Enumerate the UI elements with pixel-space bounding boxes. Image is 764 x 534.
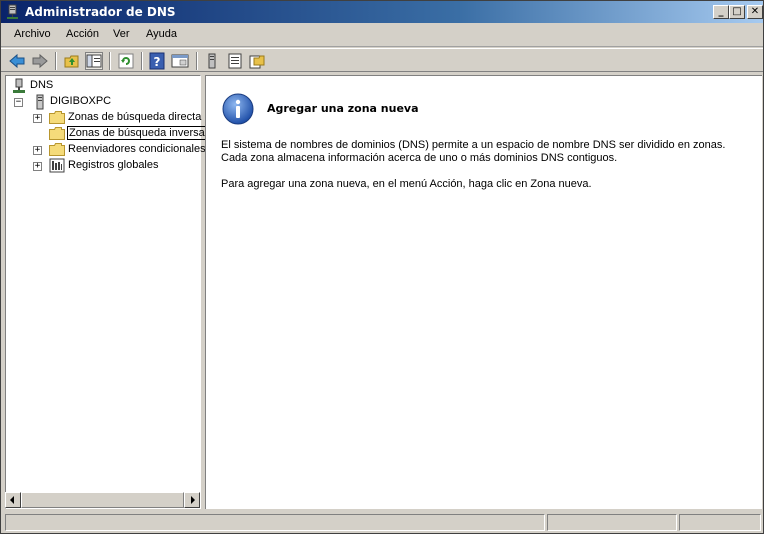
up-folder-icon[interactable]: [63, 52, 81, 70]
tree-horizontal-scrollbar[interactable]: [5, 492, 200, 508]
dns-root-icon: [13, 78, 25, 93]
help-icon[interactable]: ?: [148, 52, 166, 70]
tree-label-global-logs: Registros globales: [68, 159, 159, 171]
tree-node-server[interactable]: − DIGIBOXPC: [10, 94, 190, 110]
arrow-left-icon: [10, 496, 14, 504]
description-line-2: Cada zona almacena información acerca de…: [221, 152, 618, 164]
expand-toggle[interactable]: +: [33, 114, 42, 123]
tree-label-conditional-forwarders: Reenviadores condicionales: [68, 143, 206, 155]
menu-accion[interactable]: Acción: [66, 28, 99, 40]
tree-label-reverse-zones: Zonas de búsqueda inversa: [67, 126, 207, 140]
info-icon: [222, 93, 254, 125]
collapse-toggle[interactable]: −: [14, 98, 23, 107]
status-panel-2: [547, 514, 677, 531]
refresh-icon[interactable]: [117, 52, 135, 70]
toolbar-separator: [141, 52, 143, 70]
status-panel-main: [5, 514, 545, 531]
toolbar-separator: [109, 52, 111, 70]
folder-icon: [49, 127, 65, 140]
folder-icon: [49, 143, 65, 156]
maximize-button[interactable]: □: [729, 5, 745, 19]
server-node-icon: [36, 94, 44, 110]
server-icon[interactable]: [203, 52, 221, 70]
status-panel-3: [679, 514, 761, 531]
event-log-icon: [49, 158, 65, 173]
expand-toggle[interactable]: +: [33, 162, 42, 171]
menu-ver[interactable]: Ver: [113, 28, 130, 40]
content-heading: Agregar una zona nueva: [267, 102, 419, 115]
close-button[interactable]: ✕: [747, 5, 763, 19]
show-hide-tree-button[interactable]: [85, 52, 103, 70]
minimize-button[interactable]: _: [713, 5, 729, 19]
new-zone-icon[interactable]: [248, 52, 266, 70]
tree-node-global-logs[interactable]: + Registros globales: [10, 158, 200, 174]
properties-icon[interactable]: [171, 52, 189, 70]
tree-node-conditional-forwarders[interactable]: + Reenviadores condicionales: [10, 142, 206, 158]
back-arrow-icon[interactable]: [8, 52, 26, 70]
menu-ayuda[interactable]: Ayuda: [146, 28, 177, 40]
tree-label-dns: DNS: [30, 79, 54, 91]
content-pane: Agregar una zona nueva El sistema de nom…: [205, 75, 762, 509]
forward-arrow-icon[interactable]: [31, 52, 49, 70]
scroll-thumb[interactable]: [21, 492, 184, 508]
dns-app-icon: [7, 4, 18, 19]
instruction-text: Para agregar una zona nueva, en el menú …: [221, 178, 592, 190]
dns-manager-window: Administrador de DNS _ □ ✕ Archivo Acció…: [0, 0, 764, 534]
show-hide-tree-icon: [86, 54, 102, 68]
svg-text:?: ?: [154, 55, 161, 69]
tree-pane[interactable]: DNS − DIGIBOXPC + Zonas de búsqueda dire…: [5, 75, 207, 509]
scroll-right-button[interactable]: [184, 492, 200, 508]
expand-toggle[interactable]: +: [33, 146, 42, 155]
tree-node-reverse-zones[interactable]: Zonas de búsqueda inversa: [10, 126, 207, 142]
tree-node-forward-zones[interactable]: + Zonas de búsqueda directa: [10, 110, 202, 126]
toolbar-separator: [55, 52, 57, 70]
menu-bar: Archivo Acción Ver Ayuda: [1, 23, 763, 47]
scroll-left-button[interactable]: [5, 492, 21, 508]
arrow-right-icon: [191, 496, 195, 504]
tree-label-server: DIGIBOXPC: [50, 95, 112, 107]
title-bar[interactable]: Administrador de DNS _ □ ✕: [1, 1, 763, 23]
tree-node-dns[interactable]: DNS: [10, 78, 190, 94]
toolbar-separator: [196, 52, 198, 70]
tree-label-forward-zones: Zonas de búsqueda directa: [68, 111, 202, 123]
status-bar: [1, 512, 763, 533]
list-icon[interactable]: [226, 52, 244, 70]
folder-icon: [49, 111, 65, 124]
description-line-1: El sistema de nombres de dominios (DNS) …: [221, 139, 726, 151]
menu-archivo[interactable]: Archivo: [14, 28, 51, 40]
window-title: Administrador de DNS: [25, 5, 176, 19]
toolbar: ?: [1, 48, 763, 72]
